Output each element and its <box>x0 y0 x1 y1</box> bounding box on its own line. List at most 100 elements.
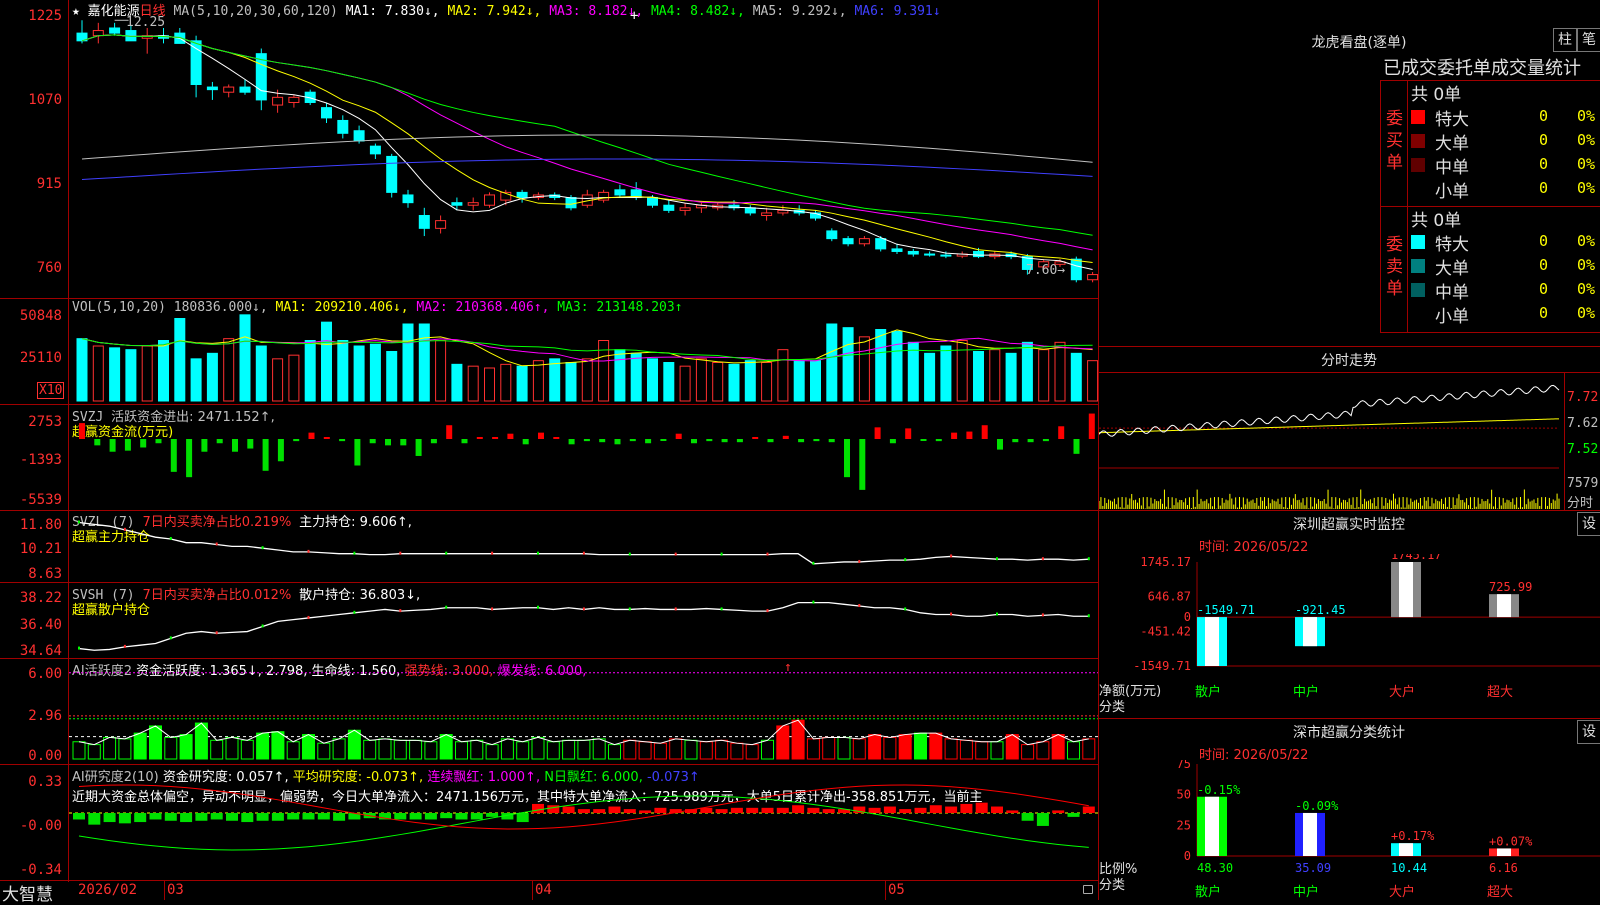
flow-bar <box>782 435 789 439</box>
sell-row-name: 小单 <box>1435 307 1469 327</box>
tick-mode-button[interactable]: 笔 <box>1577 28 1600 52</box>
flow-bar <box>889 439 896 444</box>
buy-row-pct: 0% <box>1577 131 1596 149</box>
sz-bar-label: 725.99 <box>1489 580 1532 594</box>
volume-bar <box>875 329 887 402</box>
price-axis-label: 1070 <box>28 92 62 108</box>
activity-bar <box>286 741 300 760</box>
research-bar <box>1006 810 1019 813</box>
research-bar <box>547 805 560 813</box>
research-bar <box>730 807 743 813</box>
activity-bar <box>546 741 560 760</box>
sell-row-pct: 0% <box>1577 304 1596 322</box>
candle <box>386 155 398 193</box>
ai2-chart[interactable] <box>69 765 1098 880</box>
intraday-chart[interactable] <box>1099 373 1564 510</box>
sz-category-label: 超大 <box>1487 685 1513 700</box>
activity-bar <box>944 738 958 760</box>
cls-settings-button[interactable]: 设 <box>1577 720 1600 744</box>
vol-chart[interactable] <box>69 299 1098 404</box>
activity-bar <box>914 732 927 760</box>
svzj-chart[interactable] <box>69 405 1098 510</box>
candle <box>842 238 854 245</box>
buy-row-count: 0 <box>1539 179 1549 197</box>
indicator-dot <box>537 551 539 555</box>
cls-chart[interactable]: 75 50 25 0 -0.15% 48.30 散户 -0.09% 35.09 中户 +0.17% 1… <box>1099 760 1600 900</box>
cls-bar-highlight <box>1205 796 1219 856</box>
intraday-unit: 分时 <box>1567 496 1594 511</box>
cls-change-label: +0.17% <box>1391 829 1435 843</box>
indicator-dot <box>537 605 539 609</box>
flow-bar <box>645 439 652 444</box>
research-bar <box>486 813 499 817</box>
activity-bar <box>516 741 530 760</box>
main-chart-area[interactable]: ★ 嘉化能源日线 MA(5,10,20,30,60,120) MA1: 7.83… <box>0 0 1100 905</box>
cls-value-label: 10.44 <box>1391 861 1427 875</box>
sz-category-label: 中户 <box>1293 684 1319 700</box>
volume-bar <box>891 330 903 402</box>
flow-bar <box>461 439 468 444</box>
activity-bar <box>409 739 423 760</box>
indicator-dot <box>307 549 310 553</box>
flow-bar <box>614 439 621 445</box>
indicator-dot <box>215 631 218 635</box>
sell-l-swatch <box>1411 259 1425 273</box>
research-bar <box>302 813 315 820</box>
sell-row-count: 0 <box>1539 280 1549 298</box>
candle <box>777 209 789 214</box>
candle <box>858 238 870 245</box>
candle <box>940 254 952 257</box>
candle <box>973 250 984 258</box>
indicator-dot <box>674 552 677 556</box>
candle <box>1087 274 1098 281</box>
intraday-avg-line <box>1099 418 1560 434</box>
ai1-chart[interactable] <box>69 659 1098 764</box>
svzl-chart[interactable] <box>69 511 1098 582</box>
research-bar <box>256 813 269 821</box>
sz-axis-tick: 0 <box>1184 610 1191 624</box>
volume-bar <box>402 323 414 402</box>
price-high-label: 12.25 <box>126 15 166 30</box>
research-bar <box>118 813 131 824</box>
activity-bar <box>485 744 499 760</box>
candle <box>875 238 887 250</box>
bar-mode-button[interactable]: 柱 <box>1553 28 1577 52</box>
candle <box>206 86 218 91</box>
price-chart[interactable] <box>69 0 1098 298</box>
volume-bar <box>614 349 626 402</box>
flow-bar <box>476 437 483 439</box>
volume-bar <box>223 338 235 402</box>
sell-m-swatch <box>1411 283 1425 297</box>
volume-bar <box>1021 341 1033 402</box>
research-bar <box>210 813 223 820</box>
candle <box>907 250 919 255</box>
flow-bar <box>538 432 544 439</box>
sz-settings-button[interactable]: 设 <box>1577 512 1600 536</box>
lock-icon[interactable] <box>1083 885 1093 894</box>
intraday-axis-label: 7.52 <box>1567 442 1599 457</box>
svsh-chart[interactable] <box>69 583 1098 658</box>
activity-bar <box>1005 734 1019 760</box>
volume-bar <box>1070 352 1082 402</box>
volume-bar <box>451 363 463 402</box>
research-bar <box>532 803 544 813</box>
ma5-line <box>81 134 1093 163</box>
indicator-dot <box>353 610 356 614</box>
activity-bar <box>87 744 101 760</box>
flow-bar <box>339 439 346 442</box>
flow-bar <box>706 439 713 442</box>
activity-bar <box>302 734 315 760</box>
indicator-dot <box>582 551 585 555</box>
sell-row-name: 大单 <box>1435 259 1469 279</box>
volume-bar <box>190 358 202 402</box>
research-bar <box>914 807 927 813</box>
indicator-dot <box>766 609 769 613</box>
volume-bar <box>1087 360 1098 402</box>
indicator-dot <box>858 559 861 563</box>
flow-bar <box>109 439 116 452</box>
buy-xl-swatch <box>1411 110 1425 124</box>
volume-bar <box>500 363 512 402</box>
sz-monitor-chart[interactable]: 1745.17 646.87 0-451.42 -1549.71 -1549.71 散户 -… <box>1099 554 1600 718</box>
ma-line <box>81 34 1093 270</box>
volume-bar <box>858 336 870 402</box>
